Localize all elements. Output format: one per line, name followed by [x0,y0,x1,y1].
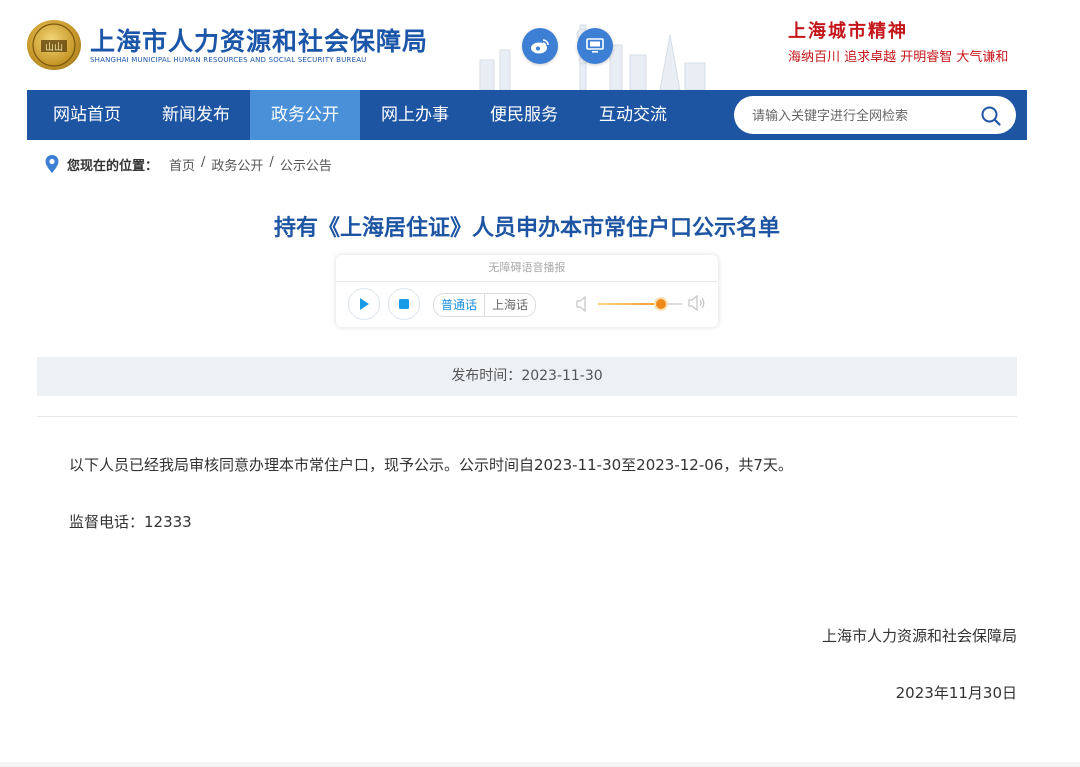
weibo-button[interactable] [522,28,558,64]
language-selector: 普通话 上海话 [433,293,537,317]
nav-item-news[interactable]: 新闻发布 [141,90,251,140]
volume-fill [598,303,661,305]
site-header: 山山 上海市人力资源和社会保障局 SHANGHAI MUNICIPAL HUMA… [0,0,1080,90]
volume-low-icon[interactable] [576,296,590,312]
divider [37,416,1017,417]
site-title-english: SHANGHAI MUNICIPAL HUMAN RESOURCES AND S… [90,56,367,64]
play-icon [360,298,369,310]
audio-player: 无障碍语音播报 普通话 上海话 [336,255,718,327]
volume-handle[interactable] [656,299,666,309]
search-icon[interactable] [980,105,1002,127]
city-spirit-slogan: 海纳百川 追求卓越 开明睿智 大气谦和 [788,50,1009,65]
weibo-icon [531,39,549,54]
nav-item-convenience[interactable]: 便民服务 [469,90,579,140]
breadcrumb-announcements[interactable]: 公示公告 [280,155,332,174]
breadcrumb-home[interactable]: 首页 [169,155,195,174]
volume-high-icon[interactable] [688,295,706,311]
site-title[interactable]: 上海市人力资源和社会保障局 [90,22,428,58]
stop-button[interactable] [388,288,420,320]
lang-mandarin[interactable]: 普通话 [434,294,484,316]
breadcrumb-label: 您现在的位置： [67,159,159,174]
emblem-text: 山山 [45,42,63,53]
location-pin-icon [45,155,59,173]
city-spirit-title: 上海城市精神 [788,21,908,42]
article-paragraph: 以下人员已经我局审核同意办理本市常住户口，现予公示。公示时间自2023-11-3… [69,456,793,474]
desktop-icon [586,38,604,53]
signature-organization: 上海市人力资源和社会保障局 [821,627,1017,645]
search-input[interactable] [750,103,974,129]
supervision-hotline: 监督电话：12333 [69,513,192,531]
nav-item-home[interactable]: 网站首页 [32,90,142,140]
footer-divider [0,762,1080,767]
stop-icon [399,299,409,309]
lang-shanghainese[interactable]: 上海话 [484,294,535,316]
desktop-button[interactable] [577,28,613,64]
publish-label: 发布时间： [451,368,522,384]
nav-item-interaction[interactable]: 互动交流 [578,90,688,140]
breadcrumb-separator: / [269,155,274,170]
player-title: 无障碍语音播报 [336,255,718,282]
bureau-emblem-icon[interactable]: 山山 [27,20,81,70]
signature-date: 2023年11月30日 [895,684,1017,702]
breadcrumb-government-affairs[interactable]: 政务公开 [211,155,263,174]
publish-info: 发布时间：2023-11-30 [37,357,1017,396]
breadcrumb-separator: / [201,155,206,170]
publish-date: 2023-11-30 [521,368,603,384]
play-button[interactable] [348,288,380,320]
search-box [734,96,1016,134]
article-title: 持有《上海居住证》人员申办本市常住户口公示名单 [273,216,780,241]
nav-item-government-affairs[interactable]: 政务公开 [250,90,360,140]
volume-slider[interactable] [598,299,682,309]
main-nav: 网站首页 新闻发布 政务公开 网上办事 便民服务 互动交流 [27,90,1027,140]
nav-item-online-services[interactable]: 网上办事 [360,90,470,140]
